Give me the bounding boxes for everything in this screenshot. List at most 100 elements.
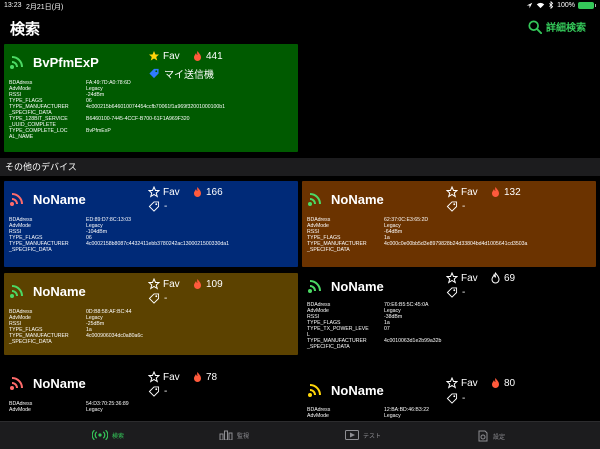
device-properties: BDAdress 62:37:0C:E3:65:2D AdvMode Legacy …	[307, 217, 528, 253]
star-outline-icon	[446, 272, 458, 284]
device-properties: BDAdress 54:D3:70:25:36:89 AdvMode Legacy	[9, 401, 129, 413]
tag-label: -	[462, 201, 466, 212]
device-tag[interactable]: -	[148, 201, 167, 212]
detect-count: 78	[192, 371, 217, 383]
device-tag[interactable]: -	[446, 393, 465, 404]
favorite-toggle[interactable]: Fav	[148, 278, 180, 290]
flame-icon	[194, 279, 201, 289]
device-tag[interactable]: マイ送信機	[148, 66, 214, 81]
tag-outline-icon	[446, 201, 458, 212]
signal-icon	[10, 193, 23, 206]
tab-search-label: 検索	[112, 433, 125, 440]
fav-label: Fav	[461, 377, 478, 389]
battery-icon	[578, 1, 596, 9]
tag-label: -	[164, 201, 168, 212]
nav-bar: 検索 詳細検索	[0, 11, 600, 41]
fav-label: Fav	[163, 186, 180, 198]
device-name: NoName	[331, 191, 384, 207]
device-header: NoName	[307, 382, 384, 398]
detail-search-button[interactable]: 詳細検索	[528, 19, 586, 34]
status-time: 13:23	[4, 2, 22, 9]
flame-outline-icon	[491, 272, 500, 284]
play-icon	[345, 430, 359, 440]
star-filled-icon	[149, 51, 159, 61]
tab-search[interactable]: 検索	[92, 430, 124, 440]
broadcast-icon	[92, 430, 108, 440]
device-properties: BDAdress 12:BA:BD:46:B3:22 AdvMode Legacy	[307, 407, 429, 419]
tab-test[interactable]: テスト	[345, 430, 381, 440]
star-outline-icon	[148, 186, 160, 198]
fav-label: Fav	[461, 186, 478, 198]
count-value: 166	[206, 186, 223, 198]
star-outline-icon	[148, 371, 160, 383]
device-properties: BDAdress 0D:B8:58:AF:BC:44 AdvMode Legacy …	[9, 309, 143, 345]
detail-search-label: 詳細検索	[546, 23, 586, 34]
status-bar: 13:23 2月21日(月) 100%	[0, 0, 600, 11]
tag-outline-icon	[446, 287, 458, 298]
signal-icon	[10, 377, 23, 390]
tag-label: -	[462, 287, 466, 298]
device-header: NoName	[307, 191, 384, 207]
signal-icon	[308, 384, 321, 397]
star-outline-icon	[446, 377, 458, 389]
flame-icon	[194, 372, 201, 382]
device-name: NoName	[33, 375, 86, 391]
fav-label: Fav	[163, 50, 180, 62]
device-name: NoName	[33, 191, 86, 207]
settings-icon	[478, 430, 488, 442]
device-tag[interactable]: -	[148, 386, 167, 397]
device-header: NoName	[307, 278, 384, 294]
device-tag[interactable]: -	[148, 293, 167, 304]
count-value: 132	[504, 186, 521, 198]
signal-icon	[308, 280, 321, 293]
device-header: BvPfmExP	[9, 54, 99, 70]
device-card[interactable]: NoName Fav 166 - BDAdress ED:89:D7:8C:13:…	[4, 181, 298, 267]
favorite-toggle[interactable]: Fav	[446, 186, 478, 198]
star-outline-icon	[148, 278, 160, 290]
tab-settings[interactable]: 設定	[477, 430, 505, 442]
tag-outline-icon	[148, 386, 160, 397]
device-tag[interactable]: -	[446, 201, 465, 212]
tag-outline-icon	[148, 201, 160, 212]
favorite-toggle[interactable]: Fav	[446, 272, 478, 284]
detect-count: 132	[490, 186, 521, 198]
device-card[interactable]: NoName Fav 80 - BDAdress 12:BA:BD:46:B3:2…	[302, 363, 596, 421]
flame-icon	[492, 378, 499, 388]
device-card[interactable]: NoName Fav 109 - BDAdress 0D:B8:58:AF:BC:…	[4, 273, 298, 355]
device-properties: BDAdress FA:49:7D:A0:78:6D AdvMode Legacy …	[9, 80, 226, 140]
star-outline-icon	[446, 186, 458, 198]
signal-icon	[10, 56, 23, 69]
battery-percent: 100%	[557, 1, 575, 9]
device-header: NoName	[9, 375, 86, 391]
tag-outline-icon	[148, 293, 160, 304]
wifi-icon	[536, 2, 545, 8]
chart-icon	[219, 430, 233, 440]
tab-monitor[interactable]: 監視	[219, 430, 249, 440]
device-tag[interactable]: -	[446, 287, 465, 298]
device-name: NoName	[331, 278, 384, 294]
count-value: 78	[206, 371, 218, 383]
count-value: 441	[206, 50, 223, 62]
detect-count: 80	[490, 377, 515, 389]
section-header: その他のデバイス	[0, 158, 600, 176]
tab-bar: 検索 監視 テスト 設定	[0, 421, 600, 449]
favorite-toggle[interactable]: Fav	[148, 50, 180, 62]
device-card[interactable]: NoName Fav 132 - BDAdress 62:37:0C:E3:65:…	[302, 181, 596, 267]
device-properties: BDAdress ED:89:D7:8C:13:03 AdvMode Legacy …	[9, 217, 229, 253]
featured-device-card[interactable]: BvPfmExP Fav 441 マイ送信機 BDAdress FA:49:7D:…	[4, 44, 298, 152]
detect-count: 109	[192, 278, 223, 290]
fav-label: Fav	[461, 272, 478, 284]
favorite-toggle[interactable]: Fav	[148, 186, 180, 198]
device-name: BvPfmExP	[33, 54, 99, 70]
location-icon	[526, 2, 533, 8]
device-card[interactable]: NoName Fav 78 - BDAdress 54:D3:70:25:36:8…	[4, 363, 298, 421]
tab-test-label: テスト	[363, 433, 382, 440]
favorite-toggle[interactable]: Fav	[446, 377, 478, 389]
tag-label: -	[164, 386, 168, 397]
favorite-toggle[interactable]: Fav	[148, 371, 180, 383]
tag-filled-icon	[149, 68, 159, 79]
device-card[interactable]: NoName Fav 69 - BDAdress 70:E6:B5:5C:45:0…	[302, 268, 596, 360]
detect-count: 166	[192, 186, 223, 198]
fav-label: Fav	[163, 278, 180, 290]
flame-icon	[194, 51, 201, 61]
